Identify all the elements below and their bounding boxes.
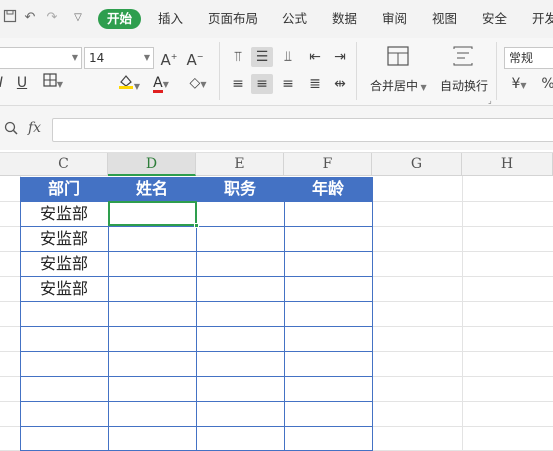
column-header-h[interactable]: H — [462, 153, 553, 176]
zoom-icon[interactable] — [2, 121, 20, 139]
font-name-select[interactable]: ▼ — [0, 47, 82, 69]
cell-department[interactable]: 安监部 — [20, 227, 108, 251]
header-cell-name[interactable]: 姓名 — [108, 177, 196, 201]
column-header-g[interactable]: G — [372, 153, 462, 176]
eraser-icon[interactable]: ◇▼ — [184, 73, 212, 93]
table-border — [284, 177, 285, 451]
column-header-f[interactable]: F — [284, 153, 372, 176]
column-header-c[interactable]: C — [20, 153, 108, 176]
cell-department[interactable]: 安监部 — [20, 277, 108, 301]
chevron-down-icon: ▼ — [143, 53, 150, 62]
decrease-font-icon[interactable]: A− — [186, 47, 204, 69]
table-border — [372, 177, 373, 451]
header-cell-position[interactable]: 职务 — [196, 177, 284, 201]
fill-color-icon[interactable]: ▼ — [112, 73, 146, 93]
redo-icon[interactable]: ↷ — [44, 9, 60, 27]
font-color-icon[interactable]: A▼ — [148, 73, 174, 93]
header-cell-department[interactable]: 部门 — [20, 177, 108, 201]
tab-view[interactable]: 视图 — [432, 9, 457, 29]
percent-icon[interactable]: % — [540, 74, 553, 94]
tab-data[interactable]: 数据 — [332, 9, 357, 29]
tab-security[interactable]: 安全 — [482, 9, 507, 29]
currency-icon[interactable]: ¥▼ — [506, 74, 532, 94]
font-size-select[interactable]: 14 ▼ — [84, 47, 154, 69]
fill-handle[interactable] — [194, 223, 199, 228]
divider — [219, 42, 220, 100]
increase-font-icon[interactable]: A+ — [160, 47, 178, 69]
column-header-d[interactable]: D — [108, 153, 196, 176]
number-format-select[interactable]: 常规 — [504, 47, 553, 69]
distributed-icon[interactable]: ⇹ — [330, 74, 350, 94]
header-cell-age[interactable]: 年龄 — [284, 177, 372, 201]
formula-input[interactable] — [52, 118, 553, 142]
tab-review[interactable]: 审阅 — [382, 9, 407, 29]
cell-department[interactable]: 安监部 — [20, 202, 108, 226]
align-bottom-icon[interactable]: ⫫ — [278, 47, 298, 67]
align-center-icon[interactable]: ≡ — [251, 74, 273, 94]
tab-home[interactable]: 开始 — [98, 9, 142, 29]
divider — [496, 42, 497, 100]
undo-icon[interactable]: ↶ — [22, 9, 38, 27]
tab-developer[interactable]: 开发 — [532, 9, 553, 29]
tab-formulas[interactable]: 公式 — [282, 9, 307, 29]
tab-page-layout[interactable]: 页面布局 — [208, 9, 258, 29]
active-cell[interactable] — [108, 201, 197, 226]
align-middle-icon[interactable]: ☰ — [251, 47, 273, 67]
justify-icon[interactable]: ≣ — [305, 74, 325, 94]
column-headers: C D E F G H — [0, 152, 553, 176]
underline-icon[interactable]: U — [14, 73, 30, 93]
wrap-text-icon[interactable] — [450, 46, 476, 70]
divider — [356, 42, 357, 100]
chevron-down-icon: ▼ — [71, 53, 78, 62]
column-header-e[interactable]: E — [196, 153, 284, 176]
tab-insert[interactable]: 插入 — [158, 9, 183, 29]
save-icon[interactable] — [2, 9, 18, 27]
merge-center-button[interactable]: 合并居中 ▼ — [370, 78, 427, 96]
align-left-icon[interactable]: ≡ — [228, 74, 248, 94]
menu-bar: ↶ ↷ ▽ 开始 插入 页面布局 公式 数据 审阅 视图 安全 开发 — [0, 0, 553, 38]
align-right-icon[interactable]: ≡ — [278, 74, 298, 94]
merge-center-icon[interactable] — [385, 46, 411, 70]
wrap-text-button[interactable]: 自动换行 — [440, 78, 488, 94]
borders-icon[interactable]: ▼ — [40, 73, 66, 93]
cell-department[interactable]: 安监部 — [20, 252, 108, 276]
expand-icon[interactable]: ⌟ — [488, 96, 492, 105]
fx-icon[interactable]: fx — [28, 120, 41, 136]
ribbon: ▼ 14 ▼ A+ A− I U ▼ ▼ A▼ ◇▼ ⫪ ☰ ⫫ ⇤ ⇥ ≡ ≡… — [0, 38, 553, 106]
customize-icon[interactable]: ▽ — [70, 9, 86, 27]
italic-icon[interactable]: I — [0, 73, 6, 93]
align-top-icon[interactable]: ⫪ — [228, 47, 248, 67]
decrease-indent-icon[interactable]: ⇤ — [305, 47, 325, 67]
gridline — [462, 176, 463, 451]
increase-indent-icon[interactable]: ⇥ — [330, 47, 350, 67]
